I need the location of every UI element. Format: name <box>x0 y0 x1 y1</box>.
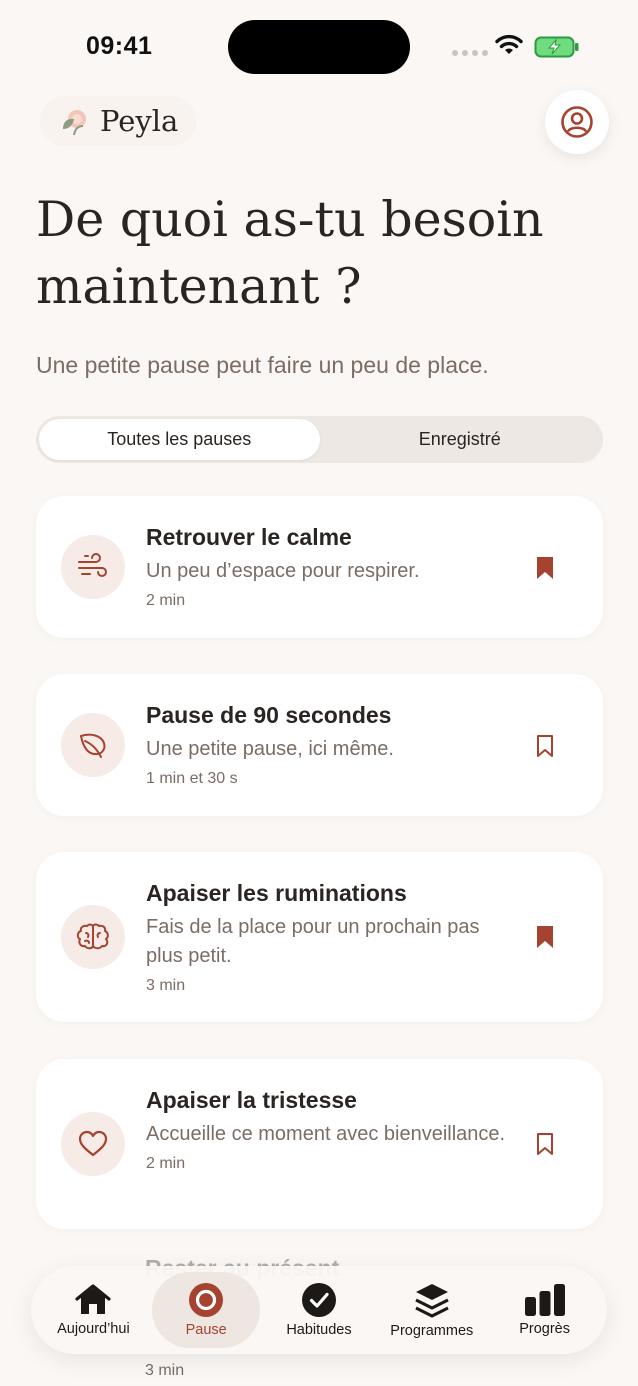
home-icon <box>75 1284 111 1314</box>
bookmark-filled-icon[interactable] <box>533 553 557 583</box>
segment-saved[interactable]: Enregistré <box>320 419 601 460</box>
segment-all-pauses[interactable]: Toutes les pauses <box>39 419 320 460</box>
status-time: 09:41 <box>86 32 153 60</box>
card-description: Un peu d’espace pour respirer. <box>146 560 420 582</box>
pause-card-ruminations[interactable]: Apaiser les ruminations Fais de la place… <box>36 852 603 1022</box>
page-title: De quoi as-tu besoin maintenant ? <box>36 191 544 315</box>
tab-habits[interactable]: Habitudes <box>265 1272 373 1348</box>
pause-card-calm[interactable]: Retrouver le calme Un peu d’espace pour … <box>36 496 603 638</box>
card-title: Apaiser la tristesse <box>146 1087 357 1113</box>
brand-name: Peyla <box>100 104 179 138</box>
page-subtitle: Une petite pause peut faire un peu de pl… <box>36 352 489 378</box>
bookmark-outline-icon[interactable] <box>533 1129 557 1159</box>
tab-pause[interactable]: Pause <box>152 1272 261 1348</box>
wind-icon <box>61 535 125 599</box>
layers-icon <box>415 1284 449 1318</box>
card-title: Apaiser les ruminations <box>146 880 407 906</box>
tab-label: Habitudes <box>286 1322 352 1338</box>
card-content: Pause de 90 secondes Une petite pause, i… <box>146 700 506 788</box>
filter-segmented-control: Toutes les pauses Enregistré <box>36 416 603 463</box>
bookmark-outline-icon[interactable] <box>533 731 557 761</box>
card-duration: 2 min <box>146 592 186 609</box>
pause-circle-icon <box>189 1283 224 1317</box>
tab-programs[interactable]: Programmes <box>378 1272 486 1348</box>
wifi-icon <box>495 34 523 54</box>
bar-chart-icon <box>524 1284 565 1316</box>
battery-charging-icon <box>534 36 579 58</box>
dynamic-island <box>228 20 410 74</box>
user-icon <box>561 106 593 138</box>
leaf-icon <box>61 713 125 777</box>
card-description: Fais de la place pour un prochain pas pl… <box>146 916 480 967</box>
bottom-tab-bar: Aujourd’hui Pause Habitudes Programmes P… <box>31 1266 607 1354</box>
card-content: Apaiser les ruminations Fais de la place… <box>146 878 506 995</box>
tab-today[interactable]: Aujourd’hui <box>39 1272 147 1348</box>
tab-label: Progrès <box>519 1321 570 1337</box>
peyla-logo-icon <box>63 110 86 136</box>
tab-label: Pause <box>185 1322 227 1338</box>
card-content: Retrouver le calme Un peu d’espace pour … <box>146 522 506 610</box>
card-duration: 3 min <box>146 977 186 994</box>
brain-icon <box>61 905 125 969</box>
pause-card-sadness[interactable]: Apaiser la tristesse Accueille ce moment… <box>36 1059 603 1229</box>
card-content: Apaiser la tristesse Accueille ce moment… <box>146 1085 506 1173</box>
heart-icon <box>61 1112 125 1176</box>
check-circle-icon <box>301 1283 336 1317</box>
card-duration: 1 min et 30 s <box>146 770 238 787</box>
profile-button[interactable] <box>545 90 609 154</box>
card-title: Pause de 90 secondes <box>146 702 392 728</box>
card-description: Une petite pause, ici même. <box>146 738 394 760</box>
pause-card-90-seconds[interactable]: Pause de 90 secondes Une petite pause, i… <box>36 674 603 816</box>
card-title: Retrouver le calme <box>146 524 352 550</box>
cellular-signal-icon <box>452 50 488 56</box>
card-duration: 2 min <box>146 1155 186 1172</box>
bookmark-filled-icon[interactable] <box>533 922 557 952</box>
partial-card-duration: 3 min <box>145 1362 185 1379</box>
tab-label: Aujourd’hui <box>57 1321 130 1337</box>
brand-logo: Peyla <box>40 96 197 146</box>
tab-progress[interactable]: Progrès <box>491 1272 599 1348</box>
tab-label: Programmes <box>390 1323 474 1339</box>
status-bar: 09:41 <box>0 0 638 90</box>
card-description: Accueille ce moment avec bienveillance. <box>146 1123 506 1145</box>
